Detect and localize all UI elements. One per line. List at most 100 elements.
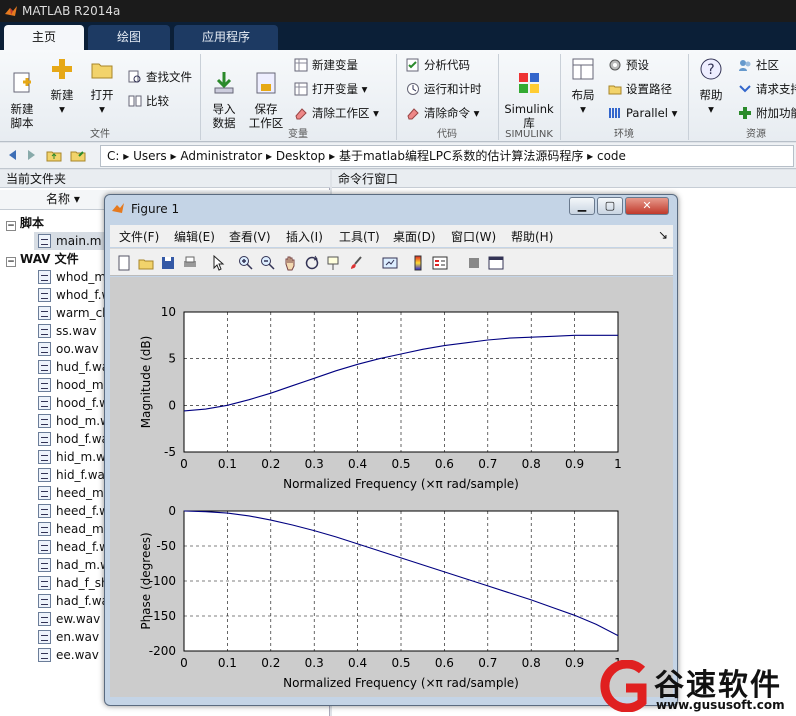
maximize-button[interactable]: ▢	[597, 197, 623, 215]
menu-view[interactable]: 查看(V)	[229, 228, 271, 245]
file-item[interactable]: hod_f.wav	[38, 430, 108, 448]
forward-icon[interactable]	[24, 147, 40, 163]
path-segment[interactable]: 基于matlab编程LPC系数的估计算法源码程序	[339, 149, 583, 163]
menu-edit[interactable]: 编辑(E)	[174, 228, 215, 245]
tab-apps[interactable]: 应用程序	[174, 25, 278, 50]
file-item[interactable]: head_m.wav	[38, 520, 108, 538]
add-ons-button[interactable]: 附加功能	[738, 104, 796, 122]
path-segment[interactable]: Desktop	[276, 149, 326, 163]
print-icon[interactable]	[182, 255, 198, 271]
file-item[interactable]: warm_cl.wav	[38, 304, 108, 322]
file-item[interactable]: hid_m.wav	[38, 448, 108, 466]
file-item[interactable]: hud_f.wav	[38, 358, 108, 376]
x-tick-label: 0.7	[478, 457, 497, 471]
zoom-in-icon[interactable]	[238, 255, 254, 271]
file-item[interactable]: main.m	[34, 232, 104, 250]
file-name: ew.wav	[56, 612, 101, 626]
menu-insert[interactable]: 插入(I)	[286, 228, 323, 245]
file-item[interactable]: had_f_sh.wav	[38, 574, 108, 592]
file-item[interactable]: had_m.wav	[38, 556, 108, 574]
compare-button[interactable]: 比较	[128, 92, 169, 110]
x-tick-label: 0.5	[391, 656, 410, 670]
open-variable-button[interactable]: 打开变量 ▾	[294, 80, 367, 98]
file-item[interactable]: ss.wav	[38, 322, 108, 340]
menu-file[interactable]: 文件(F)	[119, 228, 159, 245]
open-button[interactable]: 打开 ▾	[86, 56, 118, 116]
link-plot-icon[interactable]	[382, 255, 398, 271]
file-item[interactable]: hid_f.wav	[38, 466, 108, 484]
back-icon[interactable]	[4, 147, 20, 163]
menu-help[interactable]: 帮助(H)	[511, 228, 553, 245]
collapse-icon[interactable]: −	[6, 221, 16, 231]
parallel-button[interactable]: Parallel ▾	[608, 104, 677, 122]
colorbar-icon[interactable]	[410, 255, 426, 271]
path-segment[interactable]: code	[597, 149, 626, 163]
data-cursor-icon[interactable]	[326, 255, 342, 271]
community-button[interactable]: 社区	[738, 56, 779, 74]
x-axis-label: Normalized Frequency (×π rad/sample)	[283, 676, 519, 690]
layout-button[interactable]: 布局 ▾	[566, 56, 600, 116]
new-variable-button[interactable]: 新建变量	[294, 56, 358, 74]
file-item[interactable]: had_f.wav	[38, 592, 108, 610]
dock-arrow-icon[interactable]: ↘	[658, 228, 668, 242]
tab-home[interactable]: 主页	[4, 25, 84, 50]
save-icon[interactable]	[160, 255, 176, 271]
file-item[interactable]: heed_f.wav	[38, 502, 108, 520]
path-segment[interactable]: C:	[107, 149, 119, 163]
clear-commands-button[interactable]: 清除命令 ▾	[406, 104, 479, 122]
request-support-button[interactable]: 请求支持	[738, 80, 796, 98]
file-item[interactable]: en.wav	[38, 628, 108, 646]
find-files-button[interactable]: 查找文件	[128, 68, 192, 86]
x-tick-label: 0.9	[565, 457, 584, 471]
ribbon: 新建 脚本 新建 ▾ 打开 ▾ 查找文件 比较 文件 导入 数据 保存 工作区 新建…	[0, 50, 796, 142]
file-item[interactable]: hood_m.wav	[38, 376, 108, 394]
brush-icon[interactable]	[348, 255, 364, 271]
minimize-button[interactable]: ▁	[569, 197, 595, 215]
file-item[interactable]: ee.wav	[38, 646, 108, 664]
file-icon	[38, 414, 51, 428]
import-data-icon	[214, 72, 234, 94]
menu-desktop[interactable]: 桌面(D)	[393, 228, 436, 245]
set-path-button[interactable]: 设置路径	[608, 80, 672, 98]
file-item[interactable]: hood_f.wav	[38, 394, 108, 412]
path-segment[interactable]: Users	[133, 149, 167, 163]
browse-folder-icon[interactable]	[70, 147, 86, 163]
tab-plots[interactable]: 绘图	[88, 25, 170, 50]
new-figure-icon[interactable]	[116, 255, 132, 271]
menu-window[interactable]: 窗口(W)	[451, 228, 496, 245]
close-button[interactable]: ✕	[625, 197, 669, 215]
file-item[interactable]: hod_m.wav	[38, 412, 108, 430]
import-data-button[interactable]: 导入 数据	[206, 56, 242, 130]
new-button[interactable]: 新建 ▾	[46, 56, 78, 116]
collapse-icon[interactable]: −	[6, 257, 16, 267]
file-item[interactable]: heed_m.wav	[38, 484, 108, 502]
up-folder-icon[interactable]	[46, 147, 62, 163]
clear-workspace-button[interactable]: 清除工作区 ▾	[294, 104, 379, 122]
preferences-button[interactable]: 预设	[608, 56, 649, 74]
new-script-button[interactable]: 新建 脚本	[4, 56, 40, 130]
menu-tools[interactable]: 工具(T)	[339, 228, 380, 245]
file-item[interactable]: oo.wav	[38, 340, 108, 358]
file-item[interactable]: whod_f.wav	[38, 286, 108, 304]
preferences-label: 预设	[626, 58, 649, 72]
help-button[interactable]: ? 帮助 ▾	[694, 56, 728, 116]
figure-plot-area[interactable]: 0 0.1 0.2 0.3 0.4 0.5 0.6 0.7 0.8 0.9 1 -5 0 5 10 Norma…	[110, 277, 673, 697]
run-and-time-button[interactable]: 运行和计时	[406, 80, 482, 98]
pan-icon[interactable]	[282, 255, 298, 271]
file-item[interactable]: whod_m.wav	[38, 268, 108, 286]
open-file-icon[interactable]	[138, 255, 154, 271]
pointer-icon[interactable]	[210, 255, 226, 271]
rotate-icon[interactable]	[304, 255, 320, 271]
analyze-code-button[interactable]: 分析代码	[406, 56, 470, 74]
save-workspace-button[interactable]: 保存 工作区	[246, 56, 286, 130]
file-icon	[38, 234, 51, 248]
current-path[interactable]: C: ▸ Users ▸ Administrator ▸ Desktop ▸ 基…	[100, 145, 794, 167]
file-item[interactable]: head_f.wav	[38, 538, 108, 556]
show-plot-tools-icon[interactable]	[488, 255, 504, 271]
legend-icon[interactable]	[432, 255, 448, 271]
file-item[interactable]: ew.wav	[38, 610, 108, 628]
path-segment[interactable]: Administrator	[180, 149, 262, 163]
hide-plot-tools-icon[interactable]	[466, 255, 482, 271]
zoom-out-icon[interactable]	[260, 255, 276, 271]
simulink-library-button[interactable]: Simulink 库	[503, 56, 555, 130]
